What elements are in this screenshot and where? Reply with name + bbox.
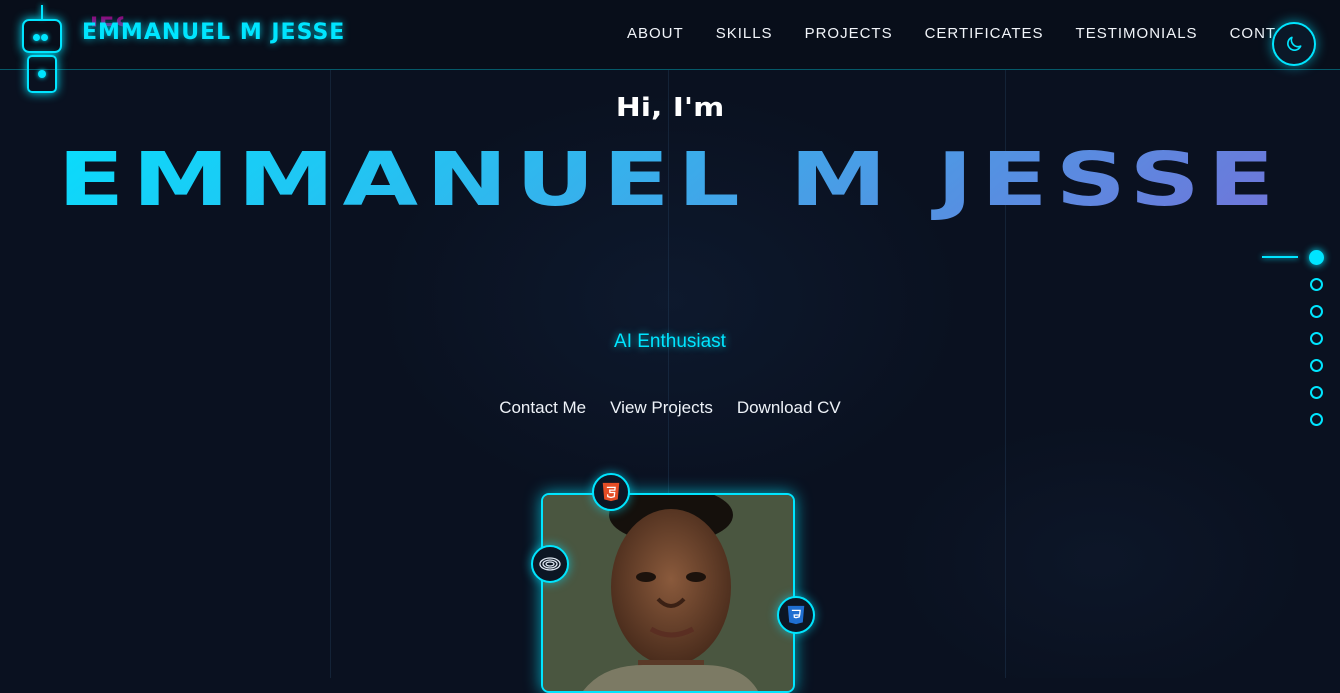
nav-skills[interactable]: SKILLS <box>716 25 773 42</box>
download-cv-button[interactable]: Download CV <box>737 398 841 418</box>
section-dot[interactable] <box>1310 305 1323 318</box>
hero-actions: Contact Me View Projects Download CV <box>0 398 1340 418</box>
html5-icon <box>602 482 620 502</box>
robot-eye <box>33 34 40 41</box>
main-nav: ABOUT SKILLS PROJECTS CERTIFICATES TESTI… <box>627 25 1308 42</box>
nav-about[interactable]: ABOUT <box>627 25 684 42</box>
hero-name: EMMANUEL M JESSE <box>0 136 1340 224</box>
robot-eye <box>41 34 48 41</box>
hero-role: AI Enthusiast <box>614 331 726 352</box>
nav-certificates[interactable]: CERTIFICATES <box>925 25 1044 42</box>
site-header: JESSE EMMANUEL M JESSE ABOUT SKILLS PROJ… <box>0 0 1340 93</box>
css3-badge <box>777 596 815 634</box>
swift-badge <box>531 545 569 583</box>
contact-me-button[interactable]: Contact Me <box>499 398 586 418</box>
theme-toggle-button[interactable] <box>1272 22 1316 66</box>
site-logo-text[interactable]: EMMANUEL M JESSE <box>82 20 345 45</box>
moon-icon <box>1287 36 1302 51</box>
swift-icon <box>539 557 561 571</box>
robot-body <box>27 55 57 93</box>
view-projects-button[interactable]: View Projects <box>610 398 713 418</box>
section-dot[interactable] <box>1309 250 1324 265</box>
css3-icon <box>787 605 805 625</box>
section-dot[interactable] <box>1310 332 1323 345</box>
section-dot[interactable] <box>1310 278 1323 291</box>
nav-projects[interactable]: PROJECTS <box>805 25 893 42</box>
section-dot[interactable] <box>1310 413 1323 426</box>
robot-head <box>22 19 62 53</box>
robot-logo-icon[interactable] <box>22 5 62 95</box>
active-section-indicator <box>1262 256 1298 258</box>
robot-antenna <box>41 5 43 19</box>
section-dot[interactable] <box>1310 386 1323 399</box>
profile-photo <box>541 493 795 693</box>
nav-testimonials[interactable]: TESTIMONIALS <box>1076 25 1198 42</box>
section-dot[interactable] <box>1310 359 1323 372</box>
hero-greeting: Hi, I'm <box>615 93 725 123</box>
portrait-image <box>543 495 793 691</box>
html5-badge <box>592 473 630 511</box>
robot-core-dot <box>38 70 46 78</box>
